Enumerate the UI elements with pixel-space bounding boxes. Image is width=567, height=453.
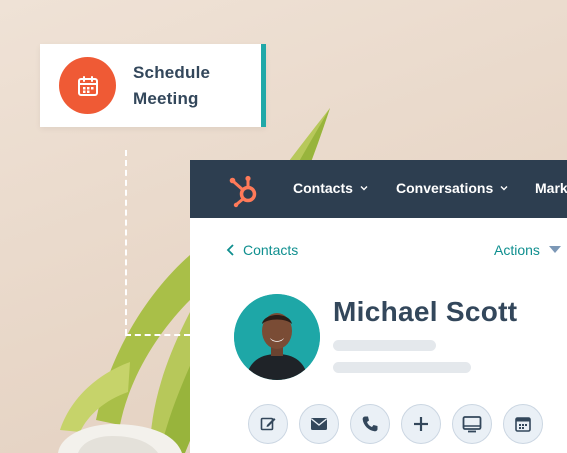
actions-label: Actions bbox=[494, 242, 540, 258]
chevron-left-icon bbox=[226, 244, 234, 256]
calendar-icon bbox=[59, 57, 116, 114]
schedule-button[interactable] bbox=[503, 404, 543, 444]
contact-name: Michael Scott bbox=[333, 296, 518, 327]
nav-conversations[interactable]: Conversations bbox=[396, 180, 508, 196]
nav-marketing[interactable]: Mark bbox=[535, 180, 567, 196]
note-button[interactable] bbox=[248, 404, 288, 444]
top-navbar: Contacts Conversations Mark bbox=[190, 160, 567, 218]
email-button[interactable] bbox=[299, 404, 339, 444]
actions-dropdown[interactable]: Actions bbox=[494, 242, 561, 258]
placeholder-line bbox=[333, 340, 436, 351]
chevron-down-icon bbox=[360, 186, 368, 191]
mail-icon bbox=[311, 418, 327, 430]
person-photo-icon bbox=[234, 294, 320, 380]
back-to-contacts-link[interactable]: Contacts bbox=[226, 242, 298, 258]
schedule-meeting-card[interactable]: Schedule Meeting bbox=[40, 44, 266, 127]
crm-window: Contacts Conversations Mark Contacts Act… bbox=[190, 160, 567, 453]
nav-conversations-label: Conversations bbox=[396, 180, 494, 196]
placeholder-line bbox=[333, 362, 471, 373]
chevron-down-icon bbox=[500, 186, 508, 191]
hubspot-sprocket-icon[interactable] bbox=[226, 172, 262, 208]
schedule-label-line2: Meeting bbox=[133, 88, 199, 108]
nav-marketing-label: Mark bbox=[535, 180, 567, 196]
schedule-label-line1: Schedule bbox=[133, 62, 211, 82]
schedule-meeting-label: Schedule Meeting bbox=[133, 60, 243, 112]
nav-contacts[interactable]: Contacts bbox=[293, 180, 368, 196]
caret-down-icon bbox=[548, 246, 561, 253]
calendar-icon bbox=[515, 417, 531, 432]
add-button[interactable] bbox=[401, 404, 441, 444]
phone-icon bbox=[362, 416, 378, 432]
edit-note-icon bbox=[260, 417, 276, 431]
connector-line-horizontal bbox=[125, 334, 190, 336]
connector-line-vertical bbox=[125, 150, 127, 335]
call-button[interactable] bbox=[350, 404, 390, 444]
record-subbar: Contacts Actions bbox=[190, 218, 567, 282]
nav-contacts-label: Contacts bbox=[293, 180, 353, 196]
back-link-label: Contacts bbox=[243, 242, 299, 258]
monitor-icon bbox=[462, 416, 482, 433]
plus-icon bbox=[414, 417, 428, 431]
screen-button[interactable] bbox=[452, 404, 492, 444]
avatar bbox=[234, 294, 320, 380]
